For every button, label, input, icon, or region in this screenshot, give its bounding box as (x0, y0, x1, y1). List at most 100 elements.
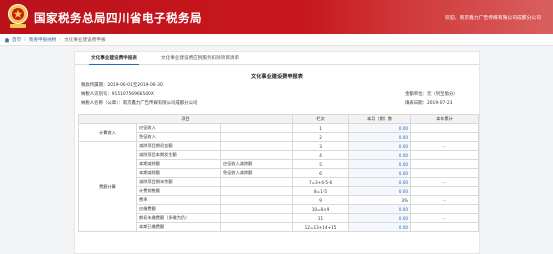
year-amount-field (410, 150, 480, 160)
row-column-number: 7=3+4-5-6 (292, 177, 350, 187)
breadcrumb-separator: › (59, 37, 62, 42)
header-col: 栏次 (292, 114, 350, 124)
breadcrumb-level1[interactable]: 我要申报纳税 (29, 37, 57, 43)
breadcrumb-home[interactable]: 首页 (12, 37, 21, 43)
row-subitem (219, 204, 294, 214)
row-column-number: 12=13+14+15 (292, 222, 350, 232)
row-item: 本期减除额 (136, 159, 221, 169)
table-row: 减除项目期末余额 7=3+4-5-6 0.00 -- (79, 177, 480, 187)
row-subitem (219, 123, 294, 133)
table-row: 应缴费额 10=8×9 0.00 (79, 204, 480, 214)
table-row: 本期已缴费额 12=13+14+15 0.00 (79, 222, 480, 232)
amount-unit: 金额单位：元（列至角分） (405, 92, 458, 97)
header-year: 本年累计 (410, 114, 480, 124)
table-row: 费率 9 3% -- (79, 195, 480, 205)
row-group-label: 费额计算 (78, 141, 137, 232)
year-amount-field (410, 204, 480, 214)
row-column-number: 5 (292, 159, 350, 169)
year-amount-field: -- (410, 195, 480, 205)
row-subitem: 应征收入减除额 (219, 159, 294, 169)
declaration-table: 项目 栏次 本月（期）数 本年累计 计費收入 应征收入 1 0.00 免征收入 2 0.00… (77, 114, 480, 232)
row-subitem (219, 141, 294, 151)
month-amount-field[interactable]: 0.00 (348, 159, 412, 169)
row-subitem (219, 177, 294, 187)
row-item: 减除项目期初金额 (136, 141, 221, 151)
form-title: 文化事业建设费申报表 (251, 74, 303, 80)
emblem-icon (8, 4, 28, 28)
row-item: 计费销售额 (136, 186, 221, 196)
year-amount-field: -- (410, 141, 480, 151)
row-item: 减除项目期末余额 (136, 177, 221, 187)
row-item: 减除项目本期发生额 (136, 150, 221, 160)
fill-date: 填表日期：2019-07-23 (405, 101, 453, 106)
year-amount-field: -- (410, 177, 480, 187)
month-amount-field[interactable]: 0.00 (348, 168, 412, 178)
row-subitem (219, 132, 294, 142)
year-amount-field (410, 159, 480, 169)
header-item: 项目 (77, 114, 294, 124)
row-subitem (219, 186, 294, 196)
header-month: 本月（期）数 (348, 114, 412, 124)
row-subitem (219, 150, 294, 160)
month-amount-field[interactable]: 0.00 (348, 132, 412, 142)
row-column-number: 6 (292, 168, 350, 178)
row-subitem (219, 195, 294, 205)
table-row: 费额计算 减除项目期初金额 3 0.00 -- (78, 141, 480, 232)
row-subitem (219, 222, 294, 232)
row-item: 期初未缴费额（多缴为负） (136, 213, 221, 223)
tab-deduction-list[interactable]: 文化事业建设费应税服务扣除项目清单 (161, 52, 239, 65)
breadcrumb: 首页 | 我要申报纳税 › 文化事业建设费申报 (0, 34, 553, 46)
tab-declaration-form[interactable]: 文化事业建设费申报表 (89, 52, 139, 65)
month-amount-field[interactable]: 0.00 (348, 150, 412, 160)
table-row: 计費收入 应征收入 1 0.00 (78, 123, 480, 142)
month-amount-field[interactable]: 0.00 (348, 213, 412, 223)
table-row: 本期减除额 应征收入减除额 5 0.00 (79, 159, 480, 169)
month-amount-field[interactable]: 0.00 (348, 222, 412, 232)
month-amount-field[interactable]: 0.00 (348, 186, 412, 196)
home-icon[interactable] (4, 37, 10, 43)
table-row: 计费销售额 8=1-5 0.00 (79, 186, 480, 196)
welcome-text[interactable]: 欢迎，南京鑫力广告传媒有限公司成都分公司 (445, 14, 541, 21)
row-column-number: 1 (292, 123, 350, 133)
row-group-label: 计費收入 (78, 123, 137, 142)
year-amount-field: -- (410, 213, 480, 223)
taxpayer-id: 纳税人识别号：91510756966540X (81, 92, 154, 97)
row-item: 免征收入 (136, 132, 221, 142)
row-column-number: 8=1-5 (292, 186, 350, 196)
breadcrumb-separator: | (24, 37, 26, 42)
row-item: 应征收入 (136, 123, 221, 133)
year-amount-field (410, 186, 480, 196)
row-column-number: 3 (292, 141, 350, 151)
row-subitem (219, 213, 294, 223)
table-header-row: 项目 栏次 本月（期）数 本年累计 (77, 114, 480, 124)
taxpayer-name: 纳税人名称（公章）：南京鑫力广告传媒有限公司成都分公司 (81, 101, 198, 106)
row-item: 费率 (136, 195, 221, 205)
row-item: 本期已缴费额 (136, 222, 221, 232)
row-column-number: 11 (292, 213, 350, 223)
table-row: 免征收入 2 0.00 (79, 132, 480, 142)
row-item: 应缴费额 (136, 204, 221, 214)
year-amount-field (410, 123, 480, 133)
month-amount-field[interactable]: 0.00 (348, 123, 412, 133)
row-column-number: 2 (292, 132, 350, 142)
breadcrumb-current: 文化事业建设费申报 (64, 37, 106, 43)
year-amount-field (410, 168, 480, 178)
table-row: 期初未缴费额（多缴为负） 11 0.00 -- (79, 213, 480, 223)
tax-period: 税款所属期：2019-06-01至2019-06-30 (81, 83, 163, 88)
site-title: 国家税务总局四川省电子税务局 (34, 11, 202, 25)
row-column-number: 9 (292, 195, 350, 205)
table-row: 减除项目本期发生额 4 0.00 (79, 150, 480, 160)
year-amount-field (410, 222, 480, 232)
month-amount-field: 3% (348, 195, 412, 205)
month-amount-field[interactable]: 0.00 (348, 141, 412, 151)
tab-bar: 文化事业建设费申报表 文化事业建设费应税服务扣除项目清单 (75, 52, 479, 65)
month-amount-field[interactable]: 0.00 (348, 177, 412, 187)
app-header: 国家税务总局四川省电子税务局 欢迎，南京鑫力广告传媒有限公司成都分公司 (0, 0, 553, 34)
year-amount-field (410, 132, 480, 142)
row-column-number: 10=8×9 (292, 204, 350, 214)
row-item: 本期减除额 (136, 168, 221, 178)
month-amount-field[interactable]: 0.00 (348, 204, 412, 214)
row-subitem: 免征收入减除额 (219, 168, 294, 178)
table-row: 本期减除额 免征收入减除额 6 0.00 (79, 168, 480, 178)
row-column-number: 4 (292, 150, 350, 160)
